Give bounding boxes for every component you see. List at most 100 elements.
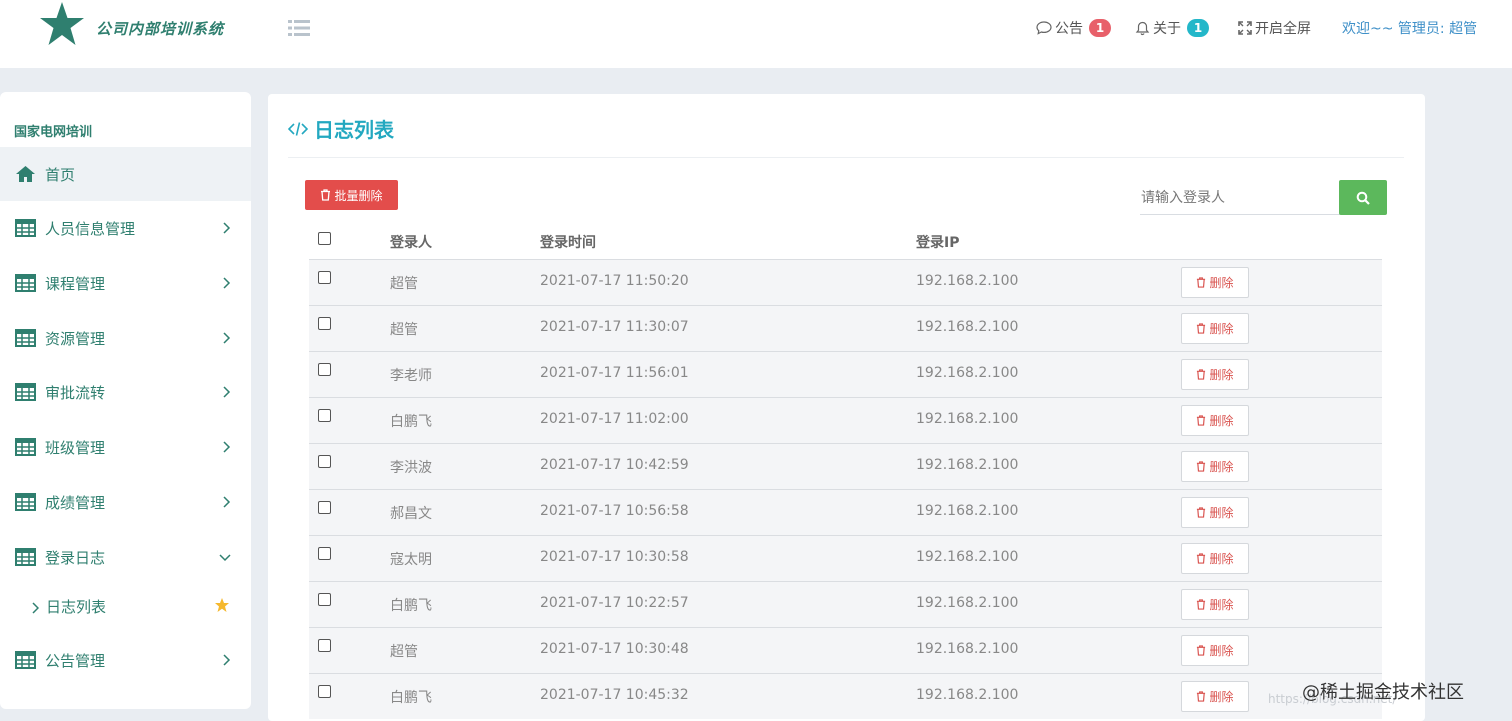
row-checkbox[interactable] bbox=[318, 501, 331, 514]
logo-star-icon bbox=[40, 2, 84, 45]
row-checkbox[interactable] bbox=[318, 409, 331, 422]
cell-time: 2021-07-17 10:42:59 bbox=[540, 457, 689, 473]
cell-ip: 192.168.2.100 bbox=[916, 273, 1019, 289]
delete-button[interactable]: 删除 bbox=[1181, 405, 1249, 436]
select-all-checkbox[interactable] bbox=[318, 232, 331, 245]
row-checkbox[interactable] bbox=[318, 455, 331, 468]
comment-icon bbox=[1036, 21, 1052, 35]
about-count-badge: 1 bbox=[1187, 19, 1209, 37]
sidebar-subitem-log-list[interactable]: 日志列表 bbox=[0, 588, 251, 628]
trash-icon bbox=[1197, 599, 1206, 610]
sidebar-item-personnel[interactable]: 人员信息管理 bbox=[0, 201, 251, 255]
sidebar: 国家电网培训 首页 人员信息管理 课程管理 资源管理 审批流转 班级管理 成绩管… bbox=[0, 92, 251, 709]
table-icon bbox=[15, 274, 36, 292]
cell-time: 2021-07-17 10:56:58 bbox=[540, 503, 689, 519]
menu-toggle-icon[interactable] bbox=[288, 19, 310, 37]
delete-button[interactable]: 删除 bbox=[1181, 589, 1249, 620]
table-body: 超管 2021-07-17 11:50:20 192.168.2.100 删除 超管 20… bbox=[309, 259, 1382, 719]
row-checkbox[interactable] bbox=[318, 639, 331, 652]
delete-button[interactable]: 删除 bbox=[1181, 681, 1249, 712]
sidebar-item-approval[interactable]: 审批流转 bbox=[0, 365, 251, 419]
cell-user: 寇太明 bbox=[390, 552, 432, 568]
delete-label: 删除 bbox=[1209, 690, 1234, 704]
star-icon bbox=[215, 598, 229, 612]
table-icon bbox=[15, 383, 36, 401]
table-icon bbox=[15, 548, 36, 566]
row-checkbox[interactable] bbox=[318, 271, 331, 284]
delete-button[interactable]: 删除 bbox=[1181, 313, 1249, 344]
cell-time: 2021-07-17 10:22:57 bbox=[540, 595, 689, 611]
search-input[interactable] bbox=[1140, 181, 1340, 215]
sidebar-item-label: 班级管理 bbox=[45, 438, 106, 457]
trash-icon bbox=[1197, 461, 1206, 472]
watermark: @稀土掘金技术社区 bbox=[1302, 682, 1464, 703]
delete-button[interactable]: 删除 bbox=[1181, 543, 1249, 574]
search-icon bbox=[1356, 191, 1370, 205]
delete-button[interactable]: 删除 bbox=[1181, 497, 1249, 528]
sidebar-item-label: 审批流转 bbox=[45, 383, 106, 402]
sidebar-item-label: 成绩管理 bbox=[45, 493, 106, 512]
announcement-count-badge: 1 bbox=[1089, 19, 1111, 37]
row-checkbox[interactable] bbox=[318, 547, 331, 560]
chevron-right-icon bbox=[223, 441, 231, 453]
cell-user: 郝昌文 bbox=[390, 506, 432, 522]
announcement-link[interactable]: 公告 1 bbox=[1036, 18, 1111, 38]
column-header-user: 登录人 bbox=[390, 235, 432, 251]
chevron-right-icon bbox=[223, 654, 231, 666]
cell-time: 2021-07-17 10:30:48 bbox=[540, 641, 689, 657]
row-checkbox[interactable] bbox=[318, 593, 331, 606]
row-checkbox[interactable] bbox=[318, 685, 331, 698]
delete-label: 删除 bbox=[1209, 460, 1234, 474]
delete-button[interactable]: 删除 bbox=[1181, 267, 1249, 298]
table-row: 郝昌文 2021-07-17 10:56:58 192.168.2.100 删除 bbox=[309, 489, 1382, 535]
table-icon bbox=[15, 651, 36, 669]
chevron-down-icon bbox=[219, 554, 231, 562]
cell-user: 超管 bbox=[390, 276, 418, 292]
chevron-right-icon bbox=[223, 496, 231, 508]
delete-button[interactable]: 删除 bbox=[1181, 359, 1249, 390]
table-row: 超管 2021-07-17 11:50:20 192.168.2.100 删除 bbox=[309, 259, 1382, 305]
sidebar-item-courses[interactable]: 课程管理 bbox=[0, 256, 251, 310]
batch-delete-button[interactable]: 批量删除 bbox=[305, 180, 398, 210]
delete-label: 删除 bbox=[1209, 368, 1234, 382]
code-icon bbox=[288, 121, 308, 136]
cell-time: 2021-07-17 11:30:07 bbox=[540, 319, 689, 335]
fullscreen-toggle[interactable]: 开启全屏 bbox=[1238, 18, 1311, 38]
chevron-right-icon bbox=[223, 222, 231, 234]
table-icon bbox=[15, 438, 36, 456]
about-label: 关于 bbox=[1153, 21, 1181, 37]
fullscreen-label: 开启全屏 bbox=[1255, 21, 1311, 37]
delete-label: 删除 bbox=[1209, 598, 1234, 612]
cell-user: 李老师 bbox=[390, 368, 432, 384]
sidebar-item-resources[interactable]: 资源管理 bbox=[0, 311, 251, 365]
trash-icon bbox=[1197, 415, 1206, 426]
cell-time: 2021-07-17 10:45:32 bbox=[540, 687, 689, 703]
home-icon bbox=[16, 166, 35, 182]
search-button[interactable] bbox=[1339, 180, 1387, 215]
bell-icon bbox=[1135, 21, 1150, 35]
row-checkbox[interactable] bbox=[318, 363, 331, 376]
chevron-right-icon bbox=[32, 602, 39, 614]
trash-icon bbox=[1197, 323, 1206, 334]
table-icon bbox=[15, 493, 36, 511]
user-menu[interactable]: 欢迎~~ 管理员: 超管 bbox=[1342, 18, 1477, 38]
sidebar-item-announcements[interactable]: 公告管理 bbox=[0, 633, 251, 687]
log-table: 登录人 登录时间 登录IP 超管 2021-07-17 11:50:20 192.1… bbox=[309, 224, 1382, 719]
sidebar-item-classes[interactable]: 班级管理 bbox=[0, 420, 251, 474]
chevron-right-icon bbox=[223, 332, 231, 344]
sidebar-item-grades[interactable]: 成绩管理 bbox=[0, 475, 251, 529]
cell-user: 白鹏飞 bbox=[390, 414, 432, 430]
table-row: 李洪波 2021-07-17 10:42:59 192.168.2.100 删除 bbox=[309, 443, 1382, 489]
about-link[interactable]: 关于 1 bbox=[1135, 18, 1209, 38]
sidebar-item-login-log[interactable]: 登录日志 bbox=[0, 530, 251, 584]
delete-label: 删除 bbox=[1209, 552, 1234, 566]
delete-button[interactable]: 删除 bbox=[1181, 451, 1249, 482]
column-header-time: 登录时间 bbox=[540, 235, 596, 251]
delete-label: 删除 bbox=[1209, 322, 1234, 336]
table-row: 白鹏飞 2021-07-17 11:02:00 192.168.2.100 删除 bbox=[309, 397, 1382, 443]
row-checkbox[interactable] bbox=[318, 317, 331, 330]
cell-ip: 192.168.2.100 bbox=[916, 319, 1019, 335]
delete-button[interactable]: 删除 bbox=[1181, 635, 1249, 666]
sidebar-item-home[interactable]: 首页 bbox=[0, 147, 251, 201]
sidebar-item-label: 人员信息管理 bbox=[45, 219, 136, 238]
